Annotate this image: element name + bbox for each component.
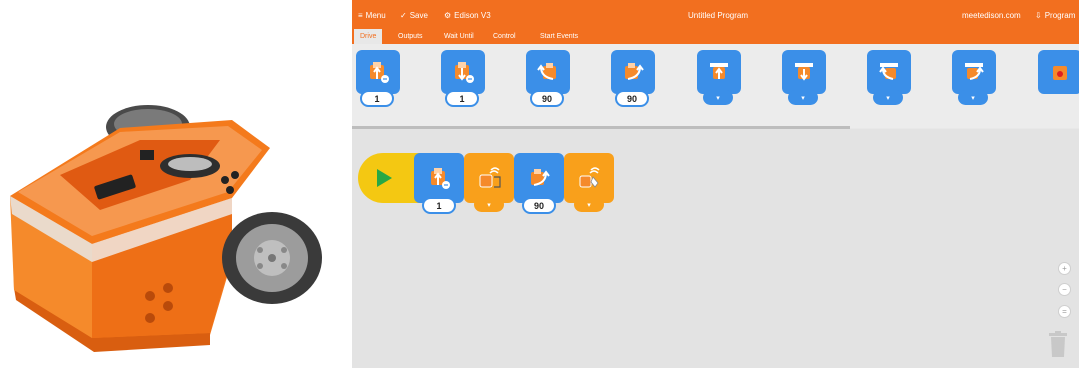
- program-block-wait-obstacle[interactable]: ▾: [464, 153, 514, 212]
- param-value: 1: [374, 93, 380, 104]
- dropdown-arrow: ▾: [971, 94, 975, 102]
- wait-obstacle-icon: [479, 167, 501, 188]
- program-param-distance[interactable]: 1: [422, 197, 456, 214]
- device-label: Edison V3: [454, 11, 491, 20]
- drive-backward-forever-icon: [795, 63, 813, 81]
- drive-backward-icon: [455, 62, 474, 83]
- palette-dropdown[interactable]: ▾: [958, 90, 988, 105]
- zoom-reset-button[interactable]: =: [1058, 305, 1071, 318]
- palette-param-degrees[interactable]: 90: [615, 90, 649, 107]
- zoom-in-icon: +: [1062, 264, 1067, 273]
- turn-right-forever-icon: [965, 63, 984, 80]
- palette-block-drive-forward[interactable]: 1: [356, 50, 400, 107]
- block-palette: 1 1 90 90 ▾ ▾ ▾ ▾: [352, 44, 1079, 128]
- spin-left-icon: [537, 63, 556, 80]
- tab-start-events-label: Start Events: [540, 33, 579, 40]
- device-selector[interactable]: ⚙ Edison V3: [444, 11, 491, 20]
- dropdown-arrow: ▾: [587, 201, 591, 209]
- gear-icon: ⚙: [444, 10, 452, 20]
- palette-block-spin-right[interactable]: 90: [611, 50, 655, 107]
- palette-param-distance[interactable]: 1: [445, 90, 479, 107]
- tab-control[interactable]: Control: [487, 29, 522, 44]
- program-dropdown[interactable]: ▾: [474, 197, 504, 212]
- program-dropdown[interactable]: ▾: [574, 197, 604, 212]
- program-param-degrees[interactable]: 90: [522, 197, 556, 214]
- drive-forward-icon: [370, 62, 389, 83]
- dropdown-arrow: ▾: [886, 94, 890, 102]
- menu-button[interactable]: ≡ Menu: [358, 11, 386, 20]
- param-value: 90: [533, 200, 544, 211]
- stop-motors-icon: [1053, 66, 1067, 80]
- program-button[interactable]: ⇩ Program: [1035, 11, 1075, 20]
- palette-param-degrees[interactable]: 90: [530, 90, 564, 107]
- spin-right-icon: [531, 169, 550, 186]
- menu-label: Menu: [365, 11, 386, 20]
- program-label: Program: [1044, 11, 1076, 20]
- program-title[interactable]: Untitled Program: [688, 11, 748, 20]
- palette-block-spin-left[interactable]: 90: [526, 50, 570, 107]
- param-value: 1: [459, 93, 465, 104]
- tab-control-label: Control: [493, 33, 516, 40]
- trash-icon[interactable]: [1048, 331, 1068, 357]
- program-block-drive-forward[interactable]: 1: [414, 153, 464, 214]
- drive-forward-icon: [431, 168, 450, 189]
- edblocks-app: ≡ Menu ✓ Save ⚙ Edison V3 Untitled Progr…: [352, 0, 1079, 368]
- palette-block-turn-left-forever[interactable]: ▾: [867, 50, 911, 105]
- zoom-out-icon: −: [1062, 285, 1067, 294]
- palette-dropdown[interactable]: ▾: [703, 90, 733, 105]
- save-label: Save: [409, 11, 428, 20]
- palette-dropdown[interactable]: ▾: [788, 90, 818, 105]
- zoom-in-button[interactable]: +: [1058, 262, 1071, 275]
- tab-outputs-label: Outputs: [398, 33, 423, 40]
- palette-param-distance[interactable]: 1: [360, 90, 394, 107]
- spin-right-icon: [625, 63, 644, 80]
- tab-wait-until-label: Wait Until: [444, 33, 474, 40]
- wait-clap-icon: [579, 167, 600, 188]
- turn-left-forever-icon: [879, 63, 898, 80]
- palette-block-forward-forever[interactable]: ▾: [697, 50, 741, 105]
- category-tabs: Drive Outputs Wait Until Control Start E…: [352, 29, 1079, 44]
- dropdown-arrow: ▾: [716, 94, 720, 102]
- drive-forward-forever-icon: [710, 63, 728, 79]
- top-toolbar: ≡ Menu ✓ Save ⚙ Edison V3 Untitled Progr…: [352, 0, 1079, 29]
- palette-block-turn-right-forever[interactable]: ▾: [952, 50, 996, 105]
- tab-drive-label: Drive: [360, 33, 377, 40]
- param-value: 1: [436, 200, 442, 211]
- dropdown-arrow: ▾: [487, 201, 491, 209]
- zoom-out-button[interactable]: −: [1058, 283, 1071, 296]
- hamburger-icon: ≡: [358, 10, 363, 20]
- palette-dropdown[interactable]: ▾: [873, 90, 903, 105]
- param-value: 90: [626, 93, 637, 104]
- zoom-reset-icon: =: [1062, 307, 1067, 316]
- program-workspace: 1 ▾ 90 ▾ + − =: [352, 129, 1079, 368]
- tab-drive[interactable]: Drive: [354, 29, 383, 44]
- tab-outputs[interactable]: Outputs: [392, 29, 429, 44]
- play-icon: [377, 169, 393, 187]
- program-block-wait-clap[interactable]: ▾: [564, 153, 614, 212]
- edison-robot-photo: [0, 0, 350, 368]
- param-value: 90: [541, 93, 552, 104]
- site-label: meetedison.com: [962, 11, 1021, 20]
- palette-block-stop-motors[interactable]: [1038, 50, 1079, 94]
- checkmark-icon: ✓: [400, 10, 407, 20]
- program-title-label: Untitled Program: [688, 11, 749, 20]
- palette-block-drive-backward[interactable]: 1: [441, 50, 485, 107]
- download-icon: ⇩: [1035, 10, 1042, 20]
- tab-wait-until[interactable]: Wait Until: [438, 29, 480, 44]
- dropdown-arrow: ▾: [801, 94, 805, 102]
- site-link[interactable]: meetedison.com: [962, 11, 1021, 20]
- program-block-spin-right[interactable]: 90: [514, 153, 564, 214]
- tab-start-events[interactable]: Start Events: [534, 29, 584, 44]
- save-button[interactable]: ✓ Save: [400, 11, 428, 20]
- palette-block-backward-forever[interactable]: ▾: [782, 50, 826, 105]
